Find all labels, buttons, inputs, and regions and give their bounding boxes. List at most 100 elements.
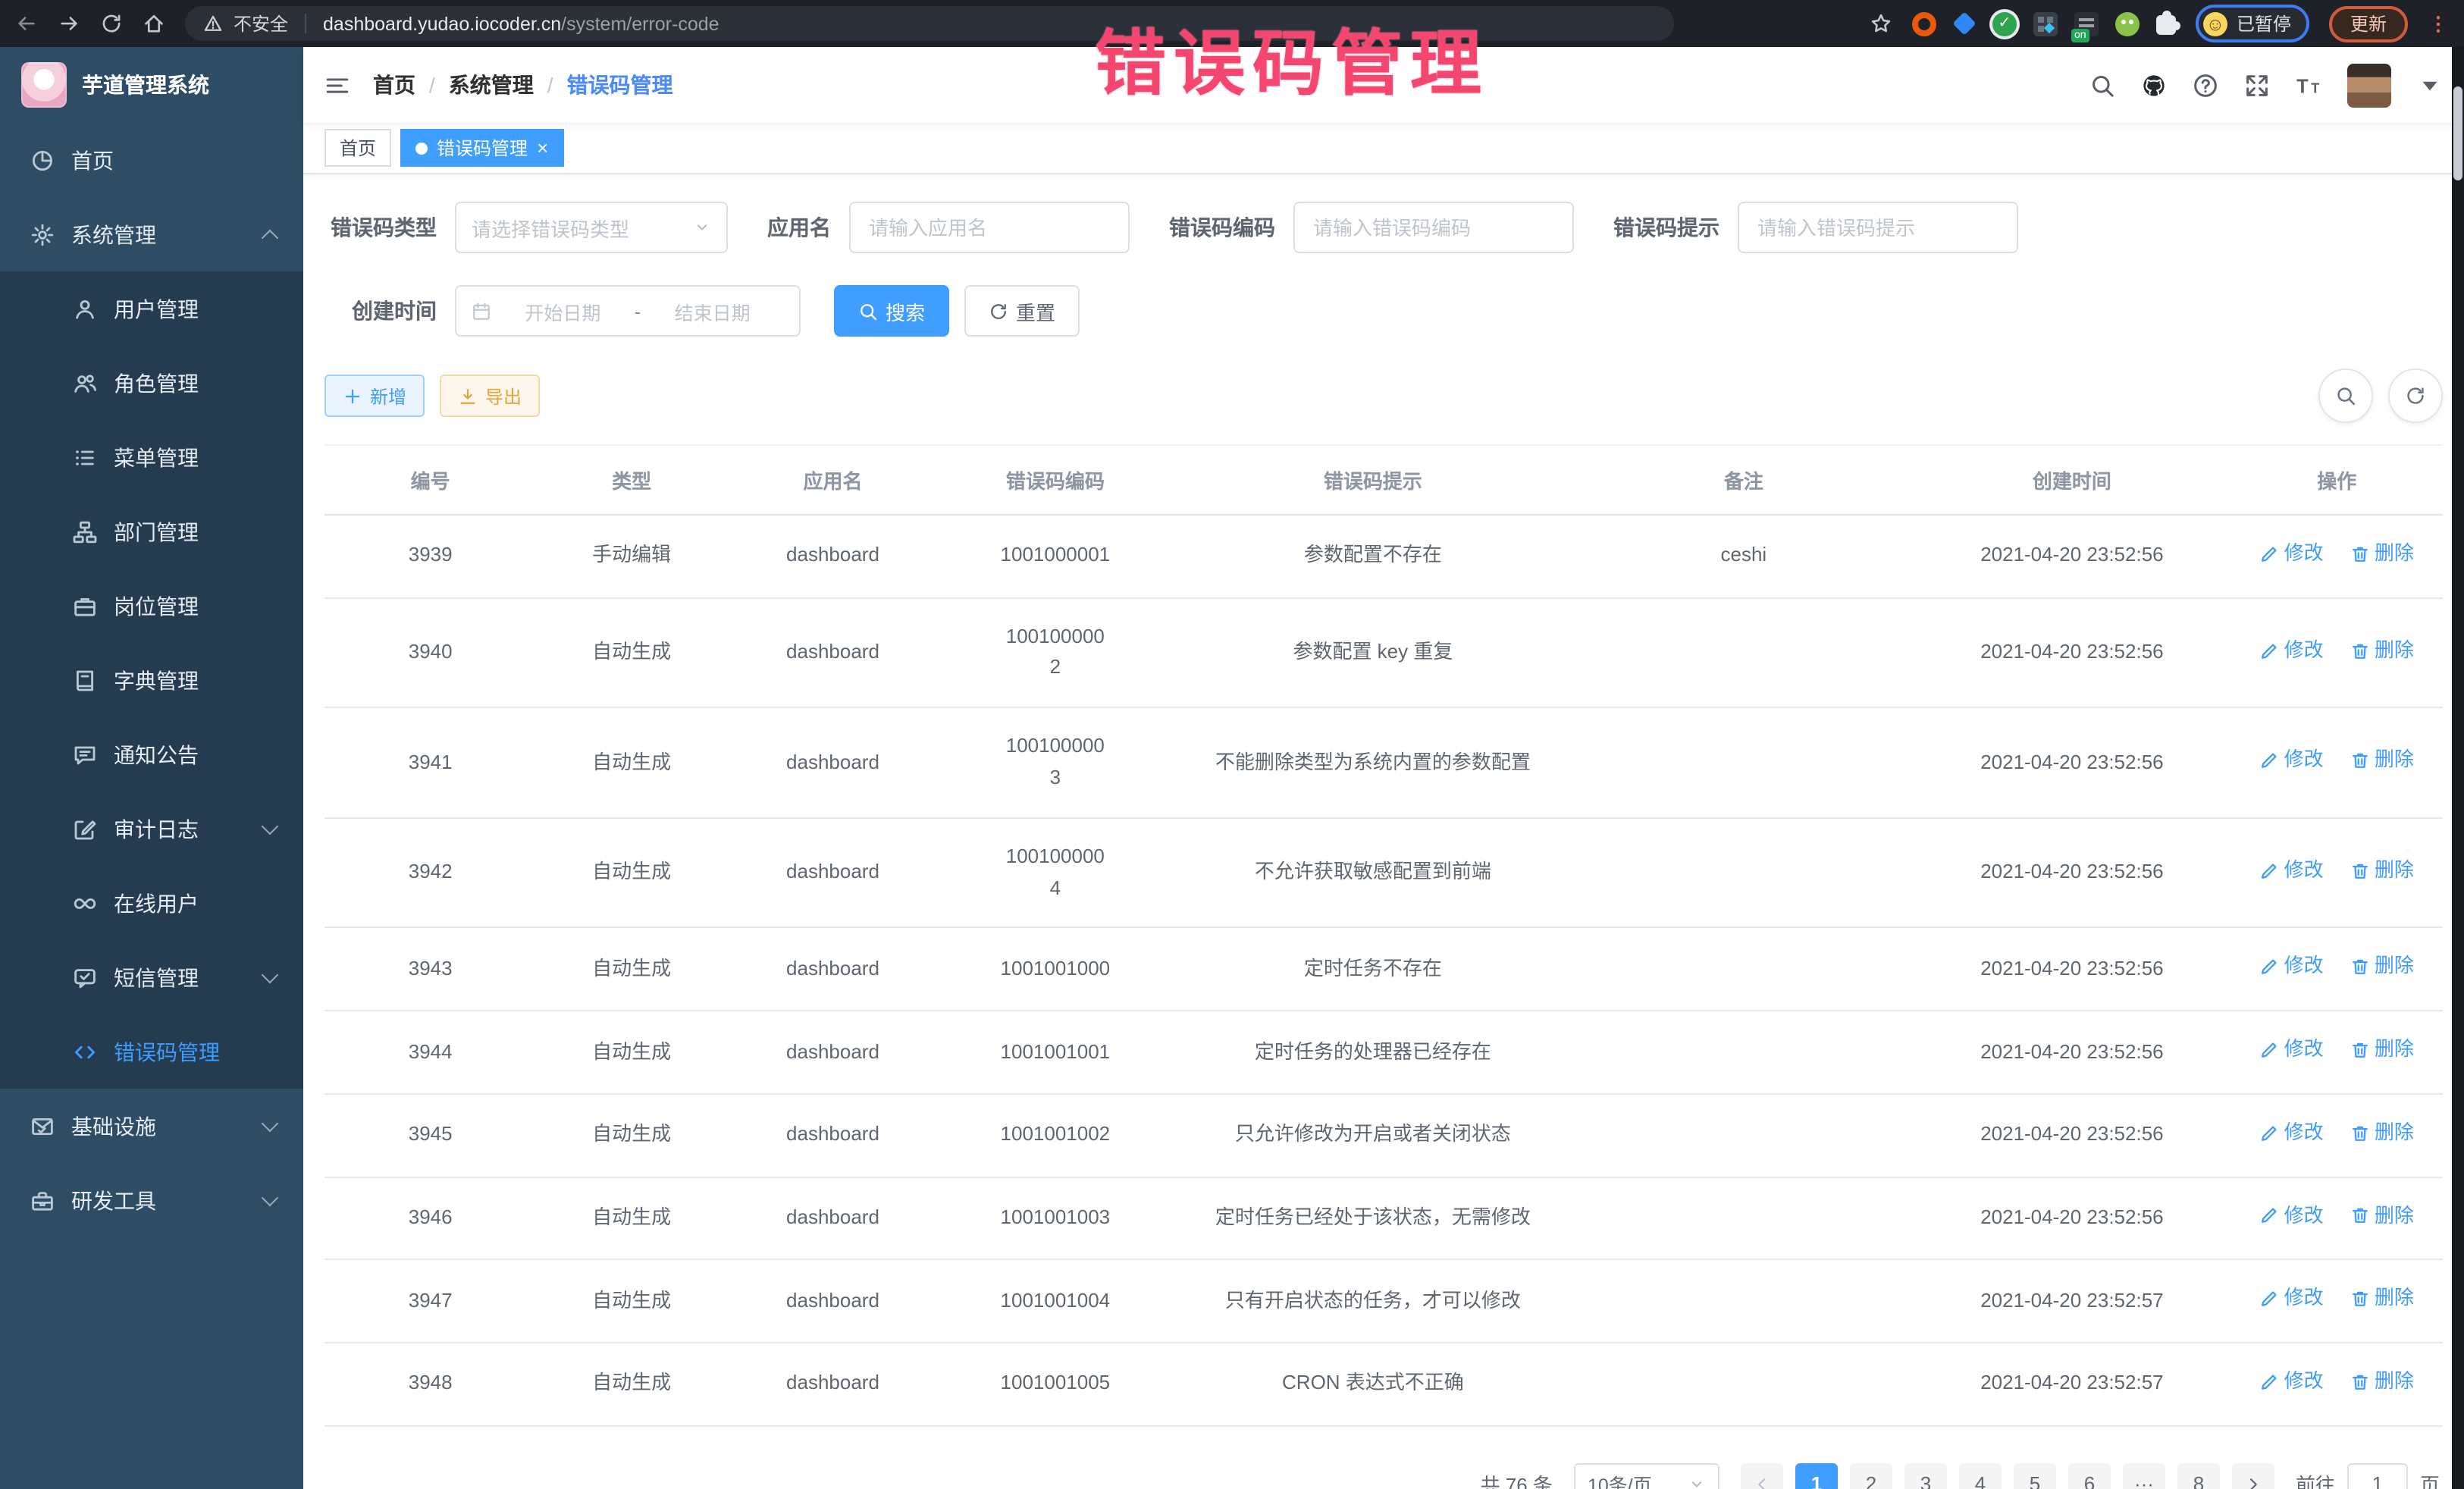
reload-icon[interactable]	[100, 12, 123, 35]
scrollbar-thumb[interactable]	[2453, 86, 2462, 180]
tag-error-code-management[interactable]: 错误码管理	[400, 129, 563, 167]
caret-down-icon[interactable]	[2417, 72, 2443, 98]
delete-link[interactable]: 删除	[2350, 1034, 2414, 1066]
edit-link[interactable]: 修改	[2260, 744, 2324, 776]
sidebar-item-online-user[interactable]: 在线用户	[0, 866, 303, 940]
column-header: 类型	[536, 445, 726, 515]
app-brand[interactable]: 芋道管理系统	[0, 47, 303, 123]
github-icon[interactable]	[2141, 72, 2167, 98]
extension-icon[interactable]	[1992, 11, 2017, 36]
sidebar-item-dev-tools[interactable]: 研发工具	[0, 1163, 303, 1237]
question-icon[interactable]	[2193, 72, 2218, 98]
breadcrumb-item-home[interactable]: 首页	[373, 70, 415, 100]
fullscreen-icon[interactable]	[2244, 72, 2270, 98]
extension-icon[interactable]	[2074, 11, 2099, 36]
prev-page-button[interactable]	[1741, 1462, 1783, 1489]
column-header: 应用名	[727, 445, 939, 515]
edit-link[interactable]: 修改	[2260, 1283, 2324, 1315]
export-button[interactable]: 导出	[440, 375, 540, 417]
delete-link[interactable]: 删除	[2350, 744, 2414, 776]
paused-label: 已暂停	[2237, 11, 2291, 36]
page-more-button[interactable]: ···	[2123, 1462, 2165, 1489]
extension-icon[interactable]	[1952, 11, 1976, 35]
profile-paused-badge[interactable]: 已暂停	[2196, 5, 2309, 42]
sidebar-item-sms-management[interactable]: 短信管理	[0, 940, 303, 1014]
reset-button[interactable]: 重置	[964, 285, 1080, 337]
cell-msg: 参数配置 key 重复	[1172, 597, 1575, 707]
sidebar-item-menu-management[interactable]: 菜单管理	[0, 420, 303, 494]
edit-icon	[2260, 958, 2280, 977]
goto-page-input[interactable]	[2347, 1462, 2408, 1489]
edit-link[interactable]: 修改	[2260, 1118, 2324, 1149]
back-icon[interactable]	[15, 12, 38, 35]
bookmark-star-icon[interactable]	[1870, 12, 1892, 35]
sidebar-item-notice-announcement[interactable]: 通知公告	[0, 717, 303, 792]
kebab-menu-icon[interactable]	[2428, 13, 2449, 34]
sidebar-item-error-code-management[interactable]: 错误码管理	[0, 1014, 303, 1089]
breadcrumb-item-system[interactable]: 系统管理	[449, 70, 534, 100]
cell-actions: 修改 删除	[2230, 1177, 2443, 1259]
sidebar-item-audit-log[interactable]: 审计日志	[0, 792, 303, 866]
sidebar-item-dept-management[interactable]: 部门管理	[0, 494, 303, 569]
edit-link[interactable]: 修改	[2260, 635, 2324, 666]
add-button[interactable]: 新增	[324, 375, 425, 417]
cell-actions: 修改 删除	[2230, 597, 2443, 707]
page-size-select[interactable]: 10条/页	[1574, 1462, 1719, 1489]
page-button-2[interactable]: 2	[1850, 1462, 1892, 1489]
edit-link[interactable]: 修改	[2260, 1366, 2324, 1398]
extensions-puzzle-icon[interactable]	[2156, 15, 2176, 35]
sidebar-item-infrastructure[interactable]: 基础设施	[0, 1089, 303, 1163]
delete-link[interactable]: 删除	[2350, 1366, 2414, 1398]
sidebar-item-post-management[interactable]: 岗位管理	[0, 569, 303, 643]
app-name-input[interactable]	[849, 202, 1130, 253]
sidebar-item-role-management[interactable]: 角色管理	[0, 346, 303, 420]
scrollbar[interactable]	[2452, 47, 2464, 1489]
extension-icon[interactable]	[2033, 11, 2058, 36]
sidebar-item-home[interactable]: 首页	[0, 123, 303, 197]
hamburger-icon[interactable]	[324, 72, 350, 98]
cell-code: 1001001005	[939, 1343, 1171, 1425]
page-button-3[interactable]: 3	[1904, 1462, 1947, 1489]
error-code-input[interactable]	[1293, 202, 1574, 253]
sidebar-item-system-management[interactable]: 系统管理	[0, 197, 303, 271]
chevron-down-icon	[262, 1114, 279, 1132]
delete-link[interactable]: 删除	[2350, 635, 2414, 666]
error-type-select[interactable]: 请选择错误码类型	[455, 202, 728, 253]
delete-link[interactable]: 删除	[2350, 855, 2414, 887]
page-button-8[interactable]: 8	[2177, 1462, 2220, 1489]
edit-link[interactable]: 修改	[2260, 1034, 2324, 1066]
edit-link[interactable]: 修改	[2260, 1200, 2324, 1232]
edit-link[interactable]: 修改	[2260, 538, 2324, 570]
close-icon[interactable]	[537, 138, 548, 158]
sidebar-item-user-management[interactable]: 用户管理	[0, 271, 303, 346]
table-row: 3940 自动生成 dashboard 100100000 2 参数配置 key…	[324, 597, 2443, 707]
edit-link[interactable]: 修改	[2260, 951, 2324, 983]
extension-icon[interactable]	[1912, 11, 1936, 36]
user-avatar[interactable]	[2347, 63, 2391, 107]
page-button-6[interactable]: 6	[2068, 1462, 2111, 1489]
page-button-1[interactable]: 1	[1795, 1462, 1838, 1489]
page-button-5[interactable]: 5	[2014, 1462, 2056, 1489]
error-msg-input[interactable]	[1738, 202, 2018, 253]
tag-home[interactable]: 首页	[324, 129, 391, 167]
next-page-button[interactable]	[2232, 1462, 2274, 1489]
toggle-search-button[interactable]	[2318, 368, 2373, 423]
header-search-icon[interactable]	[2089, 72, 2115, 98]
delete-link[interactable]: 删除	[2350, 951, 2414, 983]
delete-link[interactable]: 删除	[2350, 1118, 2414, 1149]
search-button[interactable]: 搜索	[834, 285, 949, 337]
browser-update-button[interactable]: 更新	[2329, 5, 2408, 42]
delete-link[interactable]: 删除	[2350, 1283, 2414, 1315]
create-time-range-picker[interactable]: 开始日期 - 结束日期	[455, 285, 801, 337]
announcement-icon	[73, 742, 97, 766]
forward-icon[interactable]	[58, 12, 80, 35]
home-icon[interactable]	[143, 12, 165, 35]
page-button-4[interactable]: 4	[1959, 1462, 2002, 1489]
fontsize-icon[interactable]: TT	[2296, 72, 2321, 98]
edit-link[interactable]: 修改	[2260, 855, 2324, 887]
extension-icon[interactable]	[2115, 11, 2140, 36]
delete-link[interactable]: 删除	[2350, 538, 2414, 570]
refresh-table-button[interactable]	[2388, 368, 2443, 423]
sidebar-item-dict-management[interactable]: 字典管理	[0, 643, 303, 717]
delete-link[interactable]: 删除	[2350, 1200, 2414, 1232]
